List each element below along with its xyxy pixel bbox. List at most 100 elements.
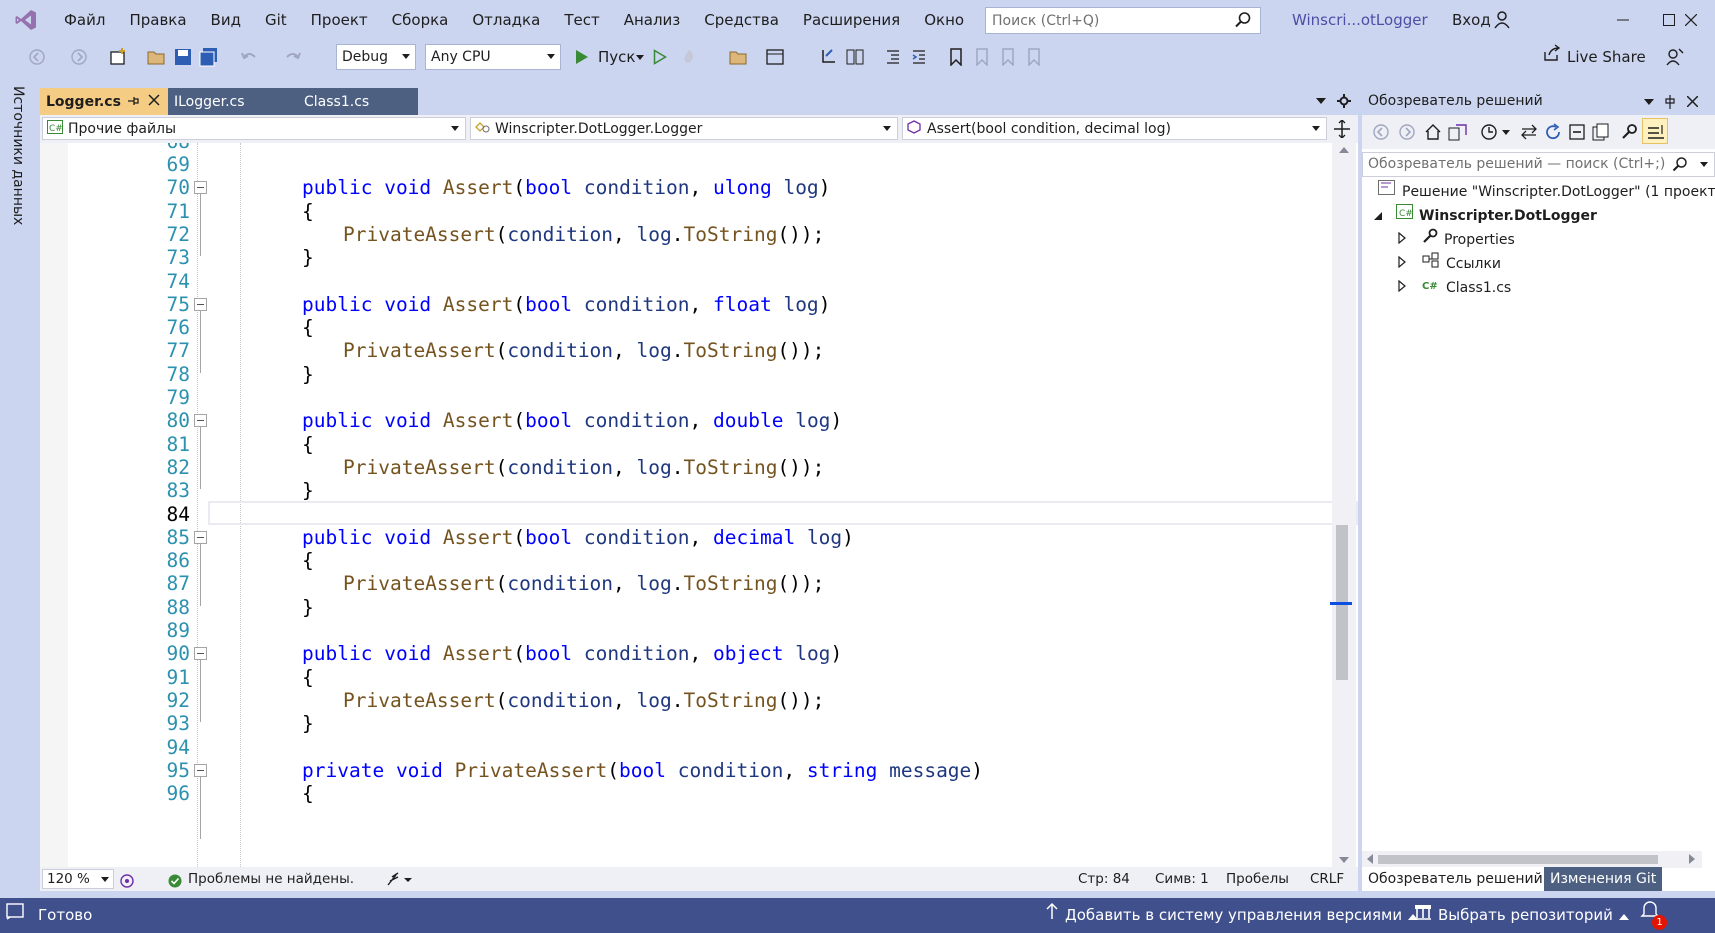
collapse-region-icon[interactable] xyxy=(194,181,207,195)
code-line[interactable]: 89 xyxy=(40,618,1340,643)
code-line[interactable]: 94 xyxy=(40,735,1340,760)
new-project-icon[interactable] xyxy=(106,44,130,70)
tab-class1-cs[interactable]: Class1.cs xyxy=(298,88,418,115)
code-editor[interactable]: 686970public void Assert(bool condition,… xyxy=(40,143,1358,867)
minimize-icon[interactable] xyxy=(1600,0,1646,40)
hot-reload-icon[interactable] xyxy=(678,44,700,70)
code-line[interactable]: 86 { xyxy=(40,548,1340,573)
scroll-right-icon[interactable] xyxy=(1689,854,1695,864)
tree-item-references[interactable]: Ссылки xyxy=(1398,252,1501,276)
back-icon[interactable] xyxy=(26,44,48,70)
close-panel-icon[interactable] xyxy=(1687,96,1698,107)
code-line[interactable]: 95 private void PrivateAssert(bool condit… xyxy=(40,758,1340,783)
start-button[interactable]: Пуск xyxy=(598,44,635,70)
switch-views-icon[interactable] xyxy=(1448,123,1468,141)
refresh-icon[interactable] xyxy=(1544,123,1562,141)
zoom-select[interactable]: 120 % xyxy=(42,869,114,889)
menu-item[interactable]: Тест xyxy=(552,0,611,40)
output-window-icon[interactable] xyxy=(6,898,24,933)
folder-view-icon[interactable] xyxy=(728,44,750,70)
solution-search-input[interactable]: Обозреватель решений — поиск (Ctrl+;) xyxy=(1362,152,1715,177)
collapsed-arrow-icon[interactable] xyxy=(1398,228,1406,252)
tree-item-properties[interactable]: Properties xyxy=(1398,228,1515,252)
code-line[interactable]: 84 xyxy=(40,502,1340,527)
save-icon[interactable] xyxy=(172,44,194,70)
live-share-button[interactable]: Live Share xyxy=(1543,44,1646,70)
platform-select[interactable]: Any CPU xyxy=(425,44,561,70)
code-line[interactable]: 92 PrivateAssert(condition, log.ToString(… xyxy=(40,688,1340,713)
vertical-scrollbar[interactable] xyxy=(1332,143,1356,867)
redo-icon[interactable] xyxy=(282,44,304,70)
forward-icon[interactable] xyxy=(68,44,90,70)
forward-icon[interactable] xyxy=(1398,123,1416,141)
open-folder-icon[interactable] xyxy=(146,44,168,70)
menu-item[interactable]: Git xyxy=(253,0,299,40)
start-without-debugging-icon[interactable] xyxy=(650,44,670,70)
chevron-down-icon[interactable] xyxy=(1700,162,1708,167)
prev-bookmark-icon[interactable] xyxy=(972,44,992,70)
layout-icon[interactable] xyxy=(764,44,786,70)
pin-icon[interactable] xyxy=(1664,95,1676,109)
scrollbar-thumb[interactable] xyxy=(1378,855,1658,864)
close-tab-icon[interactable] xyxy=(148,94,160,110)
code-line[interactable]: 70 public void Assert(bool condition, ulo… xyxy=(40,175,1340,200)
save-all-icon[interactable] xyxy=(198,44,220,70)
preview-selected-items-button[interactable] xyxy=(1642,118,1668,144)
bookmark-icon[interactable] xyxy=(946,44,966,70)
select-repository-button[interactable]: Выбрать репозиторий xyxy=(1414,898,1629,933)
code-line[interactable]: 77 PrivateAssert(condition, log.ToString(… xyxy=(40,338,1340,363)
code-line[interactable]: 69 xyxy=(40,152,1340,177)
code-line[interactable]: 75 public void Assert(bool condition, flo… xyxy=(40,292,1340,317)
code-line[interactable]: 82 PrivateAssert(condition, log.ToString(… xyxy=(40,455,1340,480)
code-line[interactable]: 80 public void Assert(bool condition, dou… xyxy=(40,408,1340,433)
menu-item[interactable]: Сборка xyxy=(380,0,461,40)
account-icon[interactable] xyxy=(1494,10,1512,34)
code-line[interactable]: 91 { xyxy=(40,665,1340,690)
menu-item[interactable]: Отладка xyxy=(460,0,552,40)
compare-icon[interactable] xyxy=(844,44,866,70)
code-line[interactable]: 76 { xyxy=(40,315,1340,340)
add-to-source-control-button[interactable]: Добавить в систему управления версиями xyxy=(1045,898,1419,933)
code-line[interactable]: 87 PrivateAssert(condition, log.ToString(… xyxy=(40,571,1340,596)
code-line[interactable]: 79 xyxy=(40,385,1340,410)
tree-item-project[interactable]: C# Winscripter.DotLogger xyxy=(1374,204,1597,228)
code-line[interactable]: 88} xyxy=(40,595,1340,620)
step-icon[interactable] xyxy=(818,44,840,70)
copilot-icon[interactable] xyxy=(120,872,134,896)
properties-wrench-icon[interactable] xyxy=(1620,123,1638,141)
collapse-region-icon[interactable] xyxy=(194,414,207,428)
close-window-icon[interactable] xyxy=(1668,0,1714,40)
collapse-region-icon[interactable] xyxy=(194,763,207,777)
code-line[interactable]: 93} xyxy=(40,711,1340,736)
chevron-down-icon[interactable] xyxy=(1502,130,1510,135)
tree-item-solution[interactable]: Решение "Winscripter.DotLogger" (1 проек… xyxy=(1378,180,1715,204)
code-line[interactable]: 83} xyxy=(40,478,1340,503)
menu-item[interactable]: Средства xyxy=(692,0,791,40)
scroll-down-icon[interactable] xyxy=(1339,857,1349,863)
pending-changes-icon[interactable] xyxy=(1480,123,1498,141)
collapse-all-icon[interactable] xyxy=(1568,123,1586,141)
menu-item[interactable]: Расширения xyxy=(791,0,912,40)
code-line[interactable]: 78} xyxy=(40,362,1340,387)
pin-icon[interactable] xyxy=(126,94,140,112)
indent-icon[interactable] xyxy=(908,44,930,70)
code-line[interactable]: 72 PrivateAssert(condition, log.ToString(… xyxy=(40,222,1340,247)
start-debugging-icon[interactable] xyxy=(572,44,592,70)
tree-item-class1[interactable]: C# Class1.cs xyxy=(1398,276,1511,300)
whitespace-indicator[interactable]: Пробелы xyxy=(1226,867,1289,891)
next-bookmark-icon[interactable] xyxy=(998,44,1018,70)
search-input[interactable]: Поиск (Ctrl+Q) xyxy=(985,7,1261,34)
clear-bookmarks-icon[interactable] xyxy=(1024,44,1044,70)
configuration-select[interactable]: Debug xyxy=(336,44,416,70)
collapsed-arrow-icon[interactable] xyxy=(1398,276,1406,300)
tab-logger-cs[interactable]: Logger.cs xyxy=(40,88,168,115)
notifications-button[interactable]: 1 xyxy=(1640,898,1667,933)
panel-menu-icon[interactable] xyxy=(1644,99,1654,105)
home-icon[interactable] xyxy=(1424,123,1442,141)
tab-ilogger-cs[interactable]: ILogger.cs xyxy=(168,88,298,115)
menu-item[interactable]: Правка xyxy=(117,0,198,40)
menu-item[interactable]: Анализ xyxy=(612,0,693,40)
collapse-region-icon[interactable] xyxy=(194,647,207,661)
feedback-icon[interactable] xyxy=(1664,44,1686,70)
scroll-left-icon[interactable] xyxy=(1367,854,1373,864)
